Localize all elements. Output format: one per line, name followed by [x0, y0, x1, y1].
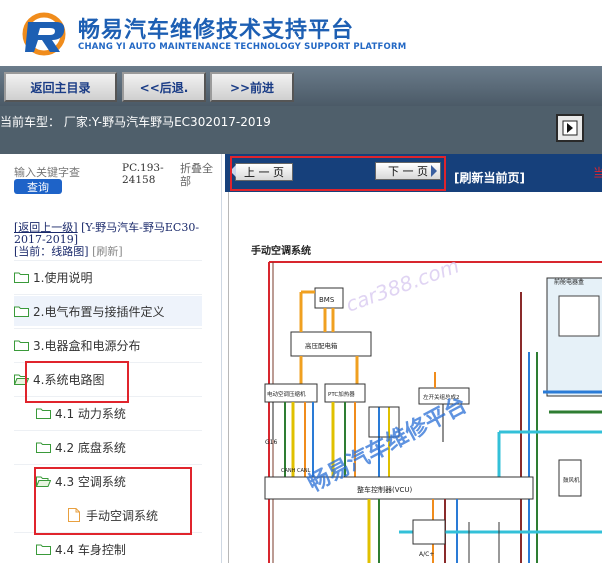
folder-icon	[36, 442, 51, 453]
refresh-page-link[interactable]: [刷新当前页]	[454, 169, 525, 186]
current-vehicle-text: 当前车型： 厂家:Y-野马汽车野马EC302017-2019	[0, 115, 271, 129]
tree-item-chassis[interactable]: 4.2 底盘系统	[36, 432, 202, 462]
tree-item-usage[interactable]: 1.使用说明	[14, 262, 202, 292]
separator	[14, 328, 202, 329]
annotation-box-system-circuits	[25, 361, 129, 403]
tree-item-label: 4.2 底盘系统	[55, 440, 126, 455]
ac-unit-label: A/C+	[419, 551, 434, 558]
folder-icon	[14, 340, 29, 351]
vcu-label: 整车控制器(VCU)	[357, 485, 413, 494]
tree-item-electrical-layout[interactable]: 2.电气布置与接插件定义	[14, 296, 202, 326]
pc-code-line2: 24158	[122, 174, 156, 186]
vehicle-bar: 当前车型： 厂家:Y-野马汽车野马EC302017-2019	[0, 106, 602, 154]
tree-item-label: 4.1 动力系统	[55, 406, 126, 421]
site-title: 畅易汽车维修技术支持平台	[78, 18, 355, 43]
truncated-text: 当	[593, 166, 602, 180]
tree-item-label: 4.4 车身控制	[55, 542, 126, 557]
breadcrumb: [返回上一级] [Y-野马汽车-野马EC30-2017-2019] [当前：线路…	[14, 222, 214, 258]
forward-button[interactable]: >>前进	[210, 72, 294, 102]
query-button[interactable]: 查询	[14, 179, 62, 194]
separator	[14, 430, 202, 431]
play-arrow-icon	[562, 120, 578, 136]
ptc-label: PTC加热器	[328, 390, 355, 398]
pc-code-line1: PC.193-	[122, 162, 164, 174]
home-button[interactable]: 返回主目录	[4, 72, 117, 102]
fuse-box-label: 前舱电器盒	[554, 278, 584, 286]
folder-icon	[14, 272, 29, 283]
back-button[interactable]: <<后退.	[122, 72, 206, 102]
tree-item-label: 3.电器盒和电源分布	[33, 338, 141, 353]
tree-item-label: 1.使用说明	[33, 270, 93, 285]
compressor-label: 电动空调压缩机	[267, 390, 306, 398]
collapse-all-link[interactable]: 折叠全 部	[180, 162, 213, 188]
header: 畅易汽车维修技术支持平台 CHANG YI AUTO MAINTENANCE T…	[0, 0, 602, 66]
wiring-diagram-svg: 手动空调系统 BMS 高压配电箱 电动空调压缩机 PTC加热器 G16 CANH…	[251, 244, 602, 563]
toggle-panel-button[interactable]	[556, 114, 584, 142]
folder-icon	[36, 544, 51, 555]
site-subtitle: CHANG YI AUTO MAINTENANCE TECHNOLOGY SUP…	[78, 42, 407, 52]
folder-icon	[36, 408, 51, 419]
annotation-box-ac-system	[34, 467, 192, 535]
fan-label: 鼓风机	[563, 476, 580, 484]
tree-item-power-distribution[interactable]: 3.电器盒和电源分布	[14, 330, 202, 360]
refresh-link[interactable]: [刷新]	[92, 245, 123, 258]
folder-icon	[14, 306, 29, 317]
diagram-title: 手动空调系统	[251, 244, 311, 257]
separator	[14, 260, 202, 261]
pc-code: PC.193- 24158	[122, 162, 164, 186]
current-location: [当前：线路图]	[14, 245, 89, 258]
tree-item-label: 2.电气布置与接插件定义	[33, 304, 165, 319]
separator	[14, 464, 202, 465]
bms-label: BMS	[319, 296, 335, 304]
annotation-box-page-nav	[230, 156, 446, 191]
hv-box-label: 高压配电箱	[305, 341, 338, 350]
g16-label: G16	[265, 439, 277, 446]
nav-bar: 返回主目录 <<后退. >>前进	[0, 66, 602, 106]
chang-yi-logo-icon	[22, 12, 66, 56]
wiring-diagram: 手动空调系统 BMS 高压配电箱 电动空调压缩机 PTC加热器 G16 CANH…	[228, 192, 602, 563]
collapse-all-line1: 折叠全	[180, 162, 213, 175]
tree-item-body-control[interactable]: 4.4 车身控制	[36, 534, 202, 563]
watermark-url: car388.com	[343, 254, 463, 317]
separator	[14, 294, 202, 295]
collapse-all-line2: 部	[180, 175, 191, 188]
